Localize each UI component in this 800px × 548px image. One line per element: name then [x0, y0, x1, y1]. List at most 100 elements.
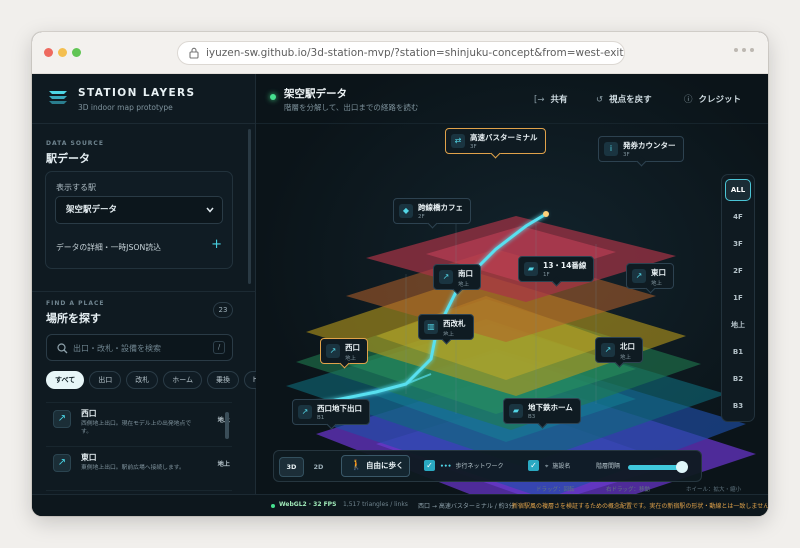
facility-names-label: ⌖ 施設名 [545, 463, 571, 470]
share-label: 共有 [550, 95, 568, 105]
exit-arrow-icon: ↗ [601, 343, 615, 357]
floor-button-b3[interactable]: B3 [725, 395, 751, 417]
floor-button-2f[interactable]: 2F [725, 260, 751, 282]
layers-logo-icon [49, 91, 67, 104]
find-place-title: 場所を探す [46, 312, 101, 325]
data-source-section: DATA SOURCE 駅データ [46, 140, 104, 166]
search-input[interactable] [73, 340, 203, 356]
floor-button-ground[interactable]: 地上 [725, 314, 751, 336]
floor-button-b1[interactable]: B1 [725, 341, 751, 363]
address-bar[interactable]: iyuzen-sw.github.io/3d-station-mvp/?stat… [177, 41, 625, 65]
map-label-platform-13-14[interactable]: ▰ 13・14番線 1F [518, 256, 595, 282]
map-label-floor: 地上 [443, 332, 455, 338]
plus-icon[interactable]: + [211, 237, 222, 252]
close-window-button[interactable] [44, 48, 53, 57]
live-indicator [270, 94, 276, 100]
credits-button[interactable]: ⓘ クレジット [684, 93, 741, 105]
map-label-floor: 地上 [345, 356, 357, 362]
map-label-west-gate[interactable]: ▥ 西改札 地上 [418, 314, 474, 340]
concept-notice: 新宿駅風の複層さを検証するための概念配置です。実在の新宿駅の形状・動線とは一致し… [512, 503, 768, 510]
facility-names-checkbox[interactable]: ✓ [528, 460, 539, 471]
map-label-west-underground-exit[interactable]: ↗ 西口地下出口 B1 [292, 399, 370, 425]
floor-button-1f[interactable]: 1F [725, 287, 751, 309]
floor-gap-slider[interactable] [628, 465, 682, 470]
map-label-subway-platform[interactable]: ▰ 地下鉄ホーム B3 [503, 398, 581, 424]
credits-label: クレジット [698, 95, 742, 105]
brand-subtitle: 3D indoor map prototype [78, 103, 173, 112]
map-label-floor: 地上 [651, 281, 663, 287]
platform-icon: ▰ [509, 404, 523, 418]
exit-arrow-icon: ↗ [53, 410, 71, 428]
station-select[interactable]: 架空駅データ [55, 196, 223, 224]
maximize-window-button[interactable] [72, 48, 81, 57]
minimize-window-button[interactable] [58, 48, 67, 57]
triangles-text: 1,517 triangles / links [343, 501, 408, 508]
walk-network-checkbox[interactable]: ✓ [424, 460, 435, 471]
map-label-cafe[interactable]: ◆ 跨線橋カフェ 2F [393, 198, 471, 224]
result-count-badge: 23 [213, 302, 233, 318]
data-source-title: 駅データ [46, 152, 90, 165]
map-label-floor: 3F [623, 152, 630, 158]
map-label-floor: 1F [543, 272, 550, 278]
page-subtitle: 階層を分解して、出口までの経路を読む [284, 103, 419, 112]
filter-chip-platform[interactable]: ホーム [163, 371, 203, 389]
route-summary: 西口 → 高速バスターミナル / 約3分 [418, 503, 515, 510]
map-label-west-exit[interactable]: ↗ 西口 地上 [320, 338, 368, 364]
filter-chip-all[interactable]: すべて [46, 371, 85, 389]
free-walk-button[interactable]: 🚶 自由に歩く [341, 455, 410, 477]
map-label-name: 高速バスターミナル [470, 133, 538, 142]
floor-button-all[interactable]: ALL [725, 179, 751, 201]
map-label-north-exit[interactable]: ↗ 北口 地上 [595, 337, 643, 363]
brand: STATION LAYERS 3D indoor map prototype [32, 74, 255, 124]
floor-button-b2[interactable]: B2 [725, 368, 751, 390]
map-label-name: 東口 [651, 268, 666, 277]
cafe-icon: ◆ [399, 204, 413, 218]
station-select-value: 架空駅データ [66, 205, 118, 215]
map-label-floor: B1 [317, 415, 325, 421]
filter-chip-exit[interactable]: 出口 [89, 371, 122, 389]
list-item[interactable]: ↗ 西口 西側地上出口。現在モデル上の出発地点です。 地上 [46, 402, 232, 446]
exit-arrow-icon: ↗ [326, 344, 340, 358]
free-walk-label: 自由に歩く [366, 461, 404, 470]
reset-view-button[interactable]: ↺ 視点を戻す [596, 93, 652, 105]
place-search[interactable]: / [46, 334, 233, 361]
map-label-floor: 3F [470, 144, 477, 150]
map-label-ticket-counter[interactable]: i 発券カウンター 3F [598, 136, 684, 162]
filter-chip-more[interactable]: h [244, 371, 256, 389]
map-label-name: 跨線橋カフェ [418, 203, 463, 212]
browser-window: iyuzen-sw.github.io/3d-station-mvp/?stat… [32, 32, 768, 516]
data-source-label: DATA SOURCE [46, 140, 104, 147]
floor-gap-slider-handle[interactable] [676, 461, 688, 473]
floor-button-3f[interactable]: 3F [725, 233, 751, 255]
map-label-south-exit[interactable]: ↗ 南口 地上 [433, 264, 481, 290]
list-item[interactable]: ↗ 東口 東側地上出口。駅前広場へ接続します。 地上 [46, 446, 232, 490]
transfer-icon: ⇄ [451, 134, 465, 148]
filter-chip-gate[interactable]: 改札 [126, 371, 159, 389]
browser-menu-icon[interactable] [734, 48, 754, 52]
info-icon: i [604, 142, 618, 156]
app: STATION LAYERS 3D indoor map prototype D… [32, 74, 768, 516]
map-viewport[interactable]: 架空駅データ 階層を分解して、出口までの経路を読む [→ 共有 ↺ 視点を戻す ⓘ ク… [256, 74, 768, 494]
map-label-name: 地下鉄ホーム [528, 403, 573, 412]
mode-3d-button[interactable]: 3D [279, 457, 304, 477]
map-label-east-exit[interactable]: ↗ 東口 地上 [626, 263, 674, 289]
floor-button-4f[interactable]: 4F [725, 206, 751, 228]
view-controls: 3D 2D 🚶 自由に歩く ✓ ••• 歩行ネットワーク ✓ ⌖ 施設名 階層間隔 [273, 450, 702, 482]
list-scrollbar[interactable] [225, 412, 229, 439]
reset-icon: ↺ [596, 95, 604, 105]
place-name: 西口 [81, 409, 97, 418]
data-details-link[interactable]: データの詳細・一時JSON読込 [56, 242, 161, 253]
mode-2d-button[interactable]: 2D [306, 457, 331, 477]
brand-title: STATION LAYERS [78, 87, 196, 99]
exit-arrow-icon: ↗ [53, 454, 71, 472]
gate-icon: ▥ [424, 320, 438, 334]
map-label-bus-terminal[interactable]: ⇄ 高速バスターミナル 3F [445, 128, 546, 154]
sidebar-scrollbar[interactable] [248, 129, 251, 284]
sidebar: STATION LAYERS 3D indoor map prototype D… [32, 74, 256, 516]
filter-chip-transfer[interactable]: 乗換 [207, 371, 240, 389]
find-place-label: FIND A PLACE [46, 300, 105, 307]
status-indicator [271, 504, 275, 508]
pin-icon: ⌖ [545, 463, 549, 470]
share-button[interactable]: [→ 共有 [534, 93, 567, 105]
search-icon [57, 343, 68, 354]
